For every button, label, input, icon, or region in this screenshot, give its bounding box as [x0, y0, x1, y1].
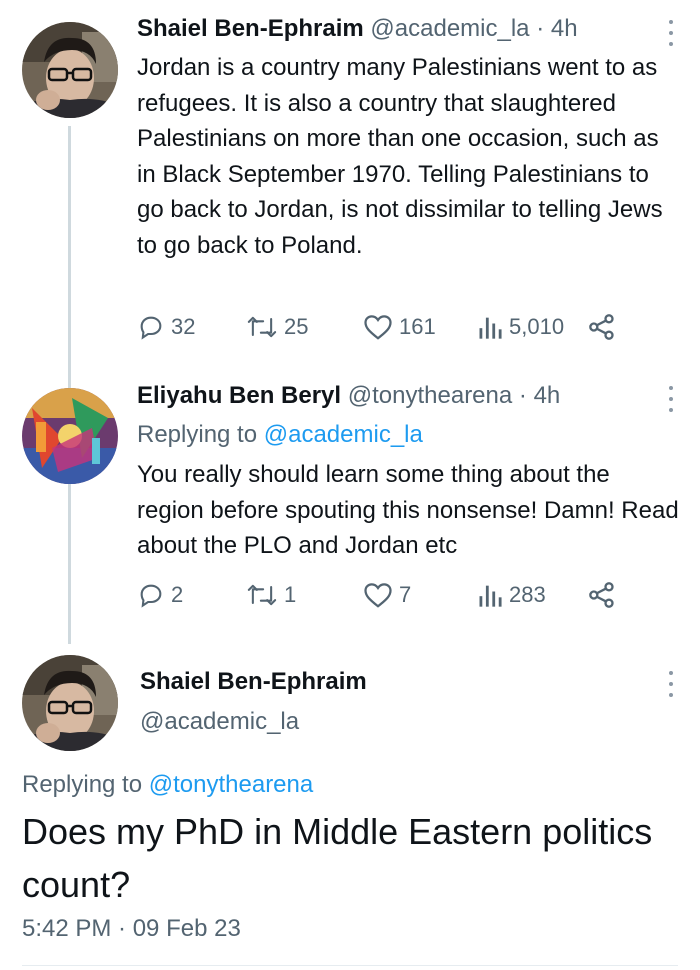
heart-icon [364, 315, 392, 340]
retweet-button[interactable]: 25 [246, 313, 308, 341]
more-icon[interactable] [668, 671, 674, 697]
tweet-text: Does my PhD in Middle Eastern politics c… [22, 811, 653, 905]
author-name[interactable]: Shaiel Ben-Ephraim [137, 15, 364, 42]
more-icon[interactable] [668, 386, 674, 412]
views-count: 283 [509, 582, 546, 607]
tweet-time[interactable]: · 4h [536, 15, 577, 42]
tweet-text: You really should learn some thing about… [137, 461, 679, 559]
like-button[interactable]: 7 [363, 581, 411, 609]
replying-to: Replying to @academic_la [137, 421, 423, 449]
author-handle[interactable]: @academic_la [370, 15, 529, 42]
avatar[interactable] [22, 388, 118, 484]
thread-connector-line [68, 126, 71, 644]
reply-button[interactable]: 2 [137, 581, 183, 609]
views-button[interactable]: 283 [477, 581, 546, 609]
views-icon [479, 585, 502, 607]
heart-icon [364, 583, 392, 608]
replying-to-link[interactable]: @academic_la [264, 421, 423, 448]
share-button[interactable] [587, 581, 617, 609]
replying-prefix: Replying to [137, 421, 258, 448]
share-button[interactable] [587, 313, 617, 341]
tweet-text: Jordan is a country many Palestinians we… [137, 54, 663, 259]
retweet-icon [247, 584, 277, 606]
share-icon [589, 314, 614, 340]
like-count: 7 [399, 582, 412, 607]
retweet-button[interactable]: 1 [246, 581, 296, 609]
like-button[interactable]: 161 [363, 313, 436, 341]
replying-to-link[interactable]: @tonythearena [149, 771, 313, 798]
like-count: 161 [399, 314, 436, 339]
reply-count: 32 [171, 314, 196, 339]
author-handle[interactable]: @academic_la [140, 708, 299, 736]
tweet-header: Shaiel Ben-Ephraim @academic_la · 4h [137, 15, 578, 43]
views-count: 5,010 [509, 314, 565, 339]
views-button[interactable]: 5,010 [477, 313, 564, 341]
divider [22, 965, 678, 966]
author-name[interactable]: Shaiel Ben-Ephraim [140, 668, 367, 696]
reply-button[interactable]: 32 [137, 313, 195, 341]
retweet-count: 25 [284, 314, 309, 339]
avatar[interactable] [22, 655, 118, 751]
retweet-count: 1 [284, 582, 297, 607]
tweet-actions: 32 25 161 5,010 [137, 313, 637, 347]
avatar[interactable] [22, 22, 118, 118]
reply-icon [140, 316, 162, 340]
tweet-timestamp[interactable]: 5:42 PM · 09 Feb 23 [22, 915, 241, 943]
tweet-header: Eliyahu Ben Beryl @tonythearena · 4h [137, 382, 560, 410]
tweet-time[interactable]: · 4h [519, 382, 560, 409]
retweet-icon [247, 316, 277, 338]
tweet-actions: 2 1 7 283 [137, 581, 637, 615]
share-icon [589, 582, 614, 608]
more-icon[interactable] [668, 20, 674, 46]
author-name[interactable]: Eliyahu Ben Beryl [137, 382, 341, 409]
views-icon [479, 317, 502, 339]
reply-icon [140, 584, 162, 608]
reply-count: 2 [171, 582, 184, 607]
replying-to: Replying to @tonythearena [22, 771, 313, 799]
author-handle[interactable]: @tonythearena [348, 382, 512, 409]
replying-prefix: Replying to [22, 771, 143, 798]
